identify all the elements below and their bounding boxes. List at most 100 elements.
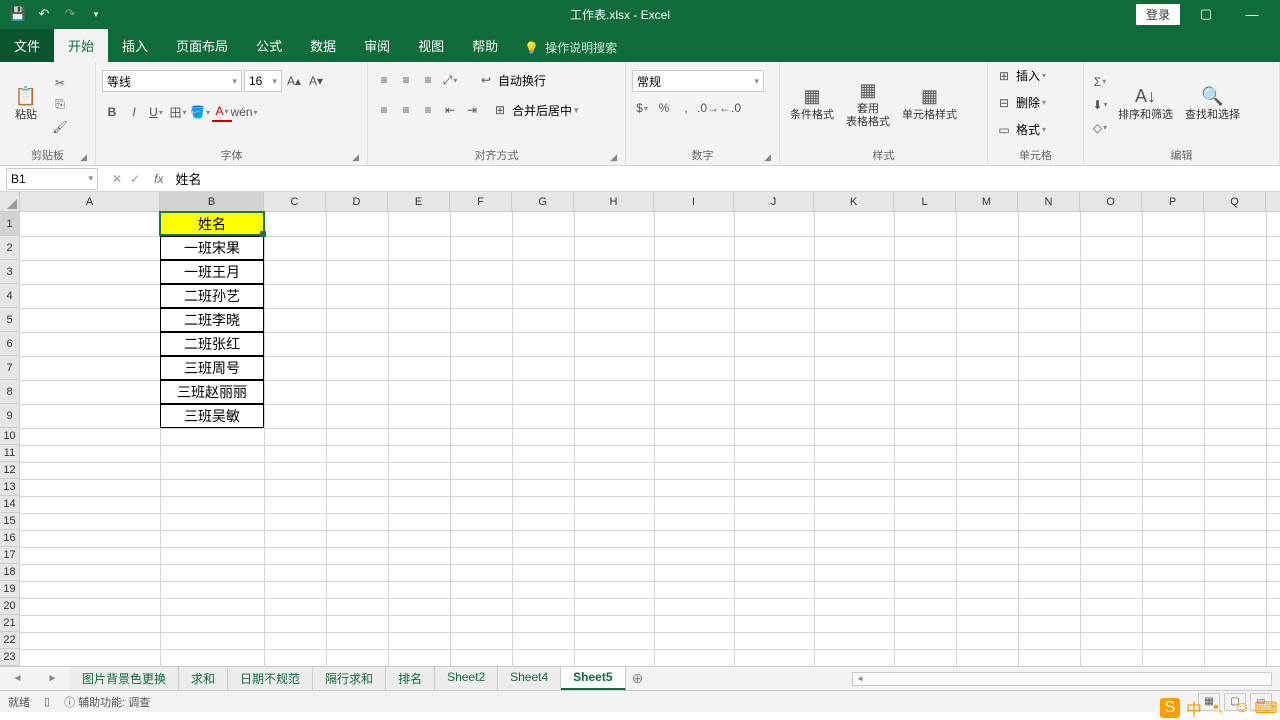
align-bottom-icon[interactable]: ≡ [418, 70, 438, 90]
cancel-icon[interactable]: ✕ [112, 172, 122, 186]
macro-record-icon[interactable]: ▯ [44, 695, 50, 708]
row-header-22[interactable]: 22 [0, 632, 19, 649]
cell-styles-button[interactable]: ▦单元格样式 [898, 71, 961, 139]
delete-cells-button[interactable]: ⊟删除▾ [994, 93, 1046, 113]
row-header-8[interactable]: 8 [0, 380, 19, 404]
tab-insert[interactable]: 插入 [108, 29, 162, 62]
col-header-H[interactable]: H [574, 192, 654, 211]
tab-formula[interactable]: 公式 [242, 29, 296, 62]
cell-B9[interactable]: 三班吴敏 [160, 404, 264, 428]
fx-icon[interactable]: fx [148, 172, 169, 186]
row-header-19[interactable]: 19 [0, 581, 19, 598]
format-painter-icon[interactable]: 🖌 [50, 117, 70, 137]
comma-icon[interactable]: , [676, 98, 696, 118]
row-header-5[interactable]: 5 [0, 308, 19, 332]
tab-view[interactable]: 视图 [404, 29, 458, 62]
launcher-icon[interactable]: ◢ [80, 152, 87, 163]
cell-B1[interactable]: 姓名 [160, 212, 264, 236]
minimize-icon[interactable]: — [1232, 0, 1272, 28]
row-header-7[interactable]: 7 [0, 356, 19, 380]
row-header-9[interactable]: 9 [0, 404, 19, 428]
sort-filter-button[interactable]: A↓排序和筛选 [1114, 71, 1177, 139]
merge-button[interactable]: 合并后居中 [512, 102, 572, 119]
ime-icon[interactable]: S [1160, 698, 1180, 718]
align-center-icon[interactable]: ≡ [396, 100, 416, 120]
col-header-G[interactable]: G [512, 192, 574, 211]
row-header-23[interactable]: 23 [0, 649, 19, 666]
select-all-corner[interactable] [0, 192, 20, 212]
row-header-16[interactable]: 16 [0, 530, 19, 547]
sheet-tab[interactable]: 求和 [179, 667, 228, 690]
find-select-button[interactable]: 🔍查找和选择 [1181, 71, 1244, 139]
row-headers[interactable]: 1234567891011121314151617181920212223242… [0, 212, 20, 666]
fill-icon[interactable]: ⬇ [1090, 95, 1110, 115]
row-header-6[interactable]: 6 [0, 332, 19, 356]
row-header-20[interactable]: 20 [0, 598, 19, 615]
indent-dec-icon[interactable]: ⇤ [440, 100, 460, 120]
align-right-icon[interactable]: ≡ [418, 100, 438, 120]
percent-icon[interactable]: % [654, 98, 674, 118]
dec-decimal-icon[interactable]: ←.0 [720, 98, 740, 118]
launcher-icon[interactable]: ◢ [764, 152, 771, 163]
row-header-14[interactable]: 14 [0, 496, 19, 513]
fill-color-icon[interactable]: 🪣 [190, 102, 210, 122]
inc-decimal-icon[interactable]: .0→ [698, 98, 718, 118]
tab-help[interactable]: 帮助 [458, 29, 512, 62]
accounting-icon[interactable]: $ [632, 98, 652, 118]
confirm-icon[interactable]: ✓ [130, 172, 140, 186]
col-header-E[interactable]: E [388, 192, 450, 211]
accessibility-status[interactable]: ⓘ 辅助功能: 调查 [64, 694, 150, 710]
autosum-icon[interactable]: Σ [1090, 72, 1110, 92]
add-sheet-button[interactable]: ⊕ [626, 670, 650, 687]
ime-keyboard-icon[interactable]: ⌨ [1256, 698, 1276, 718]
col-header-Q[interactable]: Q [1204, 192, 1266, 211]
bold-button[interactable]: B [102, 102, 122, 122]
cell-B6[interactable]: 二班张红 [160, 332, 264, 356]
row-header-13[interactable]: 13 [0, 479, 19, 496]
table-format-button[interactable]: ▦套用 表格格式 [842, 71, 894, 139]
insert-cells-button[interactable]: ⊞插入▾ [994, 66, 1046, 86]
sheet-tab[interactable]: 图片背景色更换 [70, 667, 179, 690]
col-header-O[interactable]: O [1080, 192, 1142, 211]
orientation-icon[interactable]: ⤢ [440, 70, 460, 90]
cell-B8[interactable]: 三班赵丽丽 [160, 380, 264, 404]
save-icon[interactable]: 💾 [10, 6, 26, 22]
row-header-4[interactable]: 4 [0, 284, 19, 308]
tab-data[interactable]: 数据 [296, 29, 350, 62]
worksheet-grid[interactable]: ABCDEFGHIJKLMNOPQ 1234567891011121314151… [0, 192, 1280, 666]
copy-icon[interactable]: ⎘ [50, 95, 70, 115]
phonetic-icon[interactable]: wén [234, 102, 254, 122]
sheet-tab[interactable]: 日期不规范 [228, 667, 313, 690]
column-headers[interactable]: ABCDEFGHIJKLMNOPQ [20, 192, 1280, 212]
border-icon[interactable]: 田 [168, 102, 188, 122]
row-header-12[interactable]: 12 [0, 462, 19, 479]
row-header-15[interactable]: 15 [0, 513, 19, 530]
clear-icon[interactable]: ◇ [1090, 118, 1110, 138]
underline-button[interactable]: U [146, 102, 166, 122]
sheet-tab[interactable]: 排名 [386, 667, 435, 690]
row-header-3[interactable]: 3 [0, 260, 19, 284]
ime-lang-icon[interactable]: 中 [1184, 698, 1204, 718]
col-header-I[interactable]: I [654, 192, 734, 211]
cell-B4[interactable]: 二班孙艺 [160, 284, 264, 308]
align-middle-icon[interactable]: ≡ [396, 70, 416, 90]
ribbon-options-icon[interactable]: ▢ [1186, 0, 1226, 28]
sheet-tab[interactable]: Sheet5 [561, 667, 625, 690]
row-header-18[interactable]: 18 [0, 564, 19, 581]
horizontal-scrollbar[interactable] [852, 672, 1272, 686]
paste-button[interactable]: 📋 粘贴 [6, 71, 46, 139]
align-left-icon[interactable]: ≡ [374, 100, 394, 120]
col-header-N[interactable]: N [1018, 192, 1080, 211]
italic-button[interactable]: I [124, 102, 144, 122]
col-header-D[interactable]: D [326, 192, 388, 211]
align-top-icon[interactable]: ≡ [374, 70, 394, 90]
tab-review[interactable]: 审阅 [350, 29, 404, 62]
col-header-M[interactable]: M [956, 192, 1018, 211]
grow-font-icon[interactable]: A▴ [284, 71, 304, 91]
font-name-combo[interactable]: 等线▾ [102, 70, 242, 92]
login-button[interactable]: 登录 [1136, 4, 1180, 25]
name-box[interactable]: B1▾ [6, 168, 98, 190]
sheet-tab[interactable]: Sheet2 [435, 667, 498, 690]
conditional-format-button[interactable]: ▦条件格式 [786, 71, 838, 139]
row-header-17[interactable]: 17 [0, 547, 19, 564]
